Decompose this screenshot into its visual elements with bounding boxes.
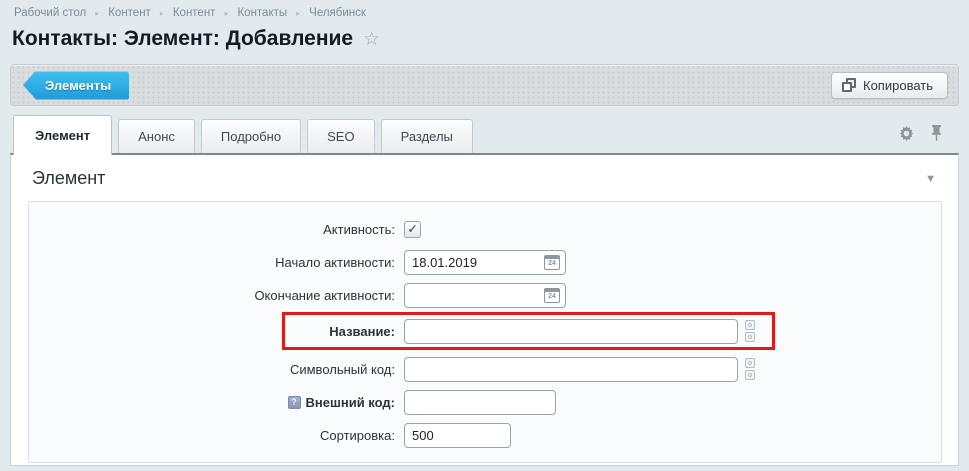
translit-settings-icon[interactable] [745, 358, 755, 380]
external-code-label-text: Внешний код: [306, 395, 395, 410]
external-code-label: ? Внешний код: [29, 395, 404, 410]
copy-button-label: Копировать [863, 78, 933, 93]
field-row-name: Название: [29, 318, 941, 344]
settings-gear-icon[interactable] [899, 126, 914, 141]
field-row-external-code: ? Внешний код: [29, 389, 941, 415]
admin-page: Рабочий стол ▸ Контент ▸ Контент ▸ Конта… [0, 0, 969, 466]
field-row-active-to: Окончание активности: 24 [29, 282, 941, 308]
active-from-input[interactable] [404, 250, 566, 275]
breadcrumb: Рабочий стол ▸ Контент ▸ Контент ▸ Конта… [10, 0, 959, 23]
active-to-label: Окончание активности: [29, 288, 404, 303]
tab-element[interactable]: Элемент [13, 115, 112, 155]
breadcrumb-separator-icon: ▸ [224, 9, 228, 18]
tab-seo[interactable]: SEO [307, 119, 374, 153]
breadcrumb-separator-icon: ▸ [95, 9, 99, 18]
calendar-icon[interactable]: 24 [544, 288, 560, 303]
code-label: Символьный код: [29, 362, 404, 377]
code-input[interactable] [404, 357, 738, 382]
breadcrumb-item-chelyabinsk[interactable]: Челябинск [309, 7, 366, 19]
copy-icon [842, 78, 856, 92]
copy-button[interactable]: Копировать [831, 72, 948, 99]
breadcrumb-separator-icon: ▸ [296, 9, 300, 18]
tab-anons[interactable]: Анонс [118, 119, 195, 153]
tab-podrobno[interactable]: Подробно [201, 119, 301, 153]
pin-icon[interactable] [931, 125, 942, 141]
field-row-sort: Сортировка: [29, 422, 941, 448]
activity-label: Активность: [29, 222, 404, 237]
breadcrumb-item-desktop[interactable]: Рабочий стол [14, 7, 86, 19]
sort-label: Сортировка: [29, 428, 404, 443]
name-input[interactable] [404, 319, 738, 344]
collapse-section-icon[interactable]: ▼ [925, 173, 936, 185]
breadcrumb-separator-icon: ▸ [160, 9, 164, 18]
help-icon[interactable]: ? [288, 396, 301, 409]
breadcrumb-item-contacts[interactable]: Контакты [237, 7, 287, 19]
toolbar: Элементы Копировать [10, 64, 959, 106]
field-row-activity: Активность: ✓ [29, 216, 941, 242]
sort-input[interactable] [404, 423, 511, 448]
favorite-star-icon[interactable]: ☆ [363, 30, 380, 49]
calendar-icon[interactable]: 24 [544, 255, 560, 270]
breadcrumb-item-content-2[interactable]: Контент [173, 7, 216, 19]
breadcrumb-item-content-1[interactable]: Контент [108, 7, 151, 19]
section-title: Элемент [32, 168, 105, 189]
external-code-input[interactable] [404, 390, 556, 415]
edit-form: Элемент ▼ Активность: ✓ Начало активност… [10, 153, 959, 466]
page-title: Контакты: Элемент: Добавление [12, 27, 353, 51]
tab-razdely[interactable]: Разделы [381, 119, 473, 153]
name-label: Название: [29, 324, 404, 339]
fields-panel: Активность: ✓ Начало активности: 24 Окон… [28, 201, 942, 463]
translit-settings-icon[interactable] [745, 320, 755, 342]
active-from-label: Начало активности: [29, 255, 404, 270]
tab-bar: Элемент Анонс Подробно SEO Разделы [10, 115, 959, 153]
field-row-code: Символьный код: [29, 356, 941, 382]
elements-back-button[interactable]: Элементы [23, 71, 129, 100]
activity-checkbox[interactable]: ✓ [404, 221, 421, 238]
field-row-active-from: Начало активности: 24 [29, 249, 941, 275]
active-to-input[interactable] [404, 283, 566, 308]
